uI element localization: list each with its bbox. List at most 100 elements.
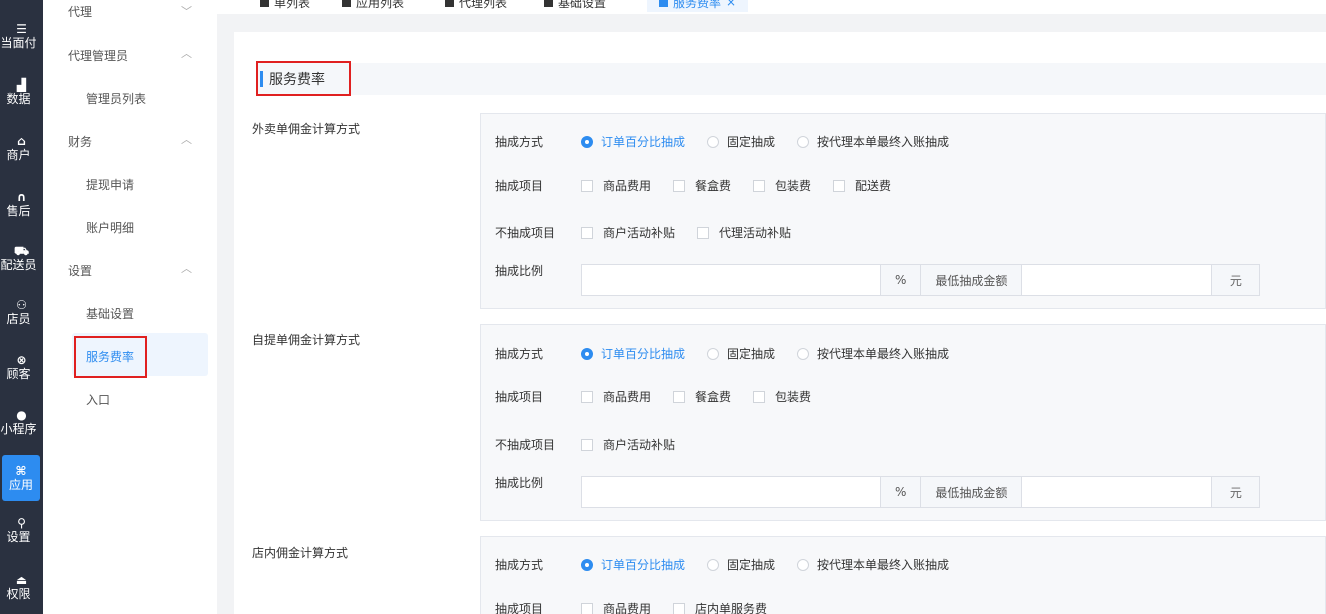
radio-label: 固定抽成 <box>727 347 776 361</box>
tab-bar: 单列表 应用列表 代理列表 基础设置 服务费率 × <box>217 0 1326 14</box>
method-row: 抽成方式 订单百分比抽成 固定抽成 按代理本单最终入账抽成 <box>495 556 971 573</box>
radio-by-final[interactable]: 按代理本单最终入账抽成 <box>797 556 949 573</box>
method-label: 抽成方式 <box>495 347 544 361</box>
tab-order-list[interactable]: 单列表 <box>260 0 310 12</box>
app-root: ☰ 当面付 ▟ 数据 ⌂ 商户 ∩ 售后 ⛟ 配送员 ⚇ 店员 ⊗ 顾客 ● 小 <box>0 0 1326 614</box>
checkbox-label: 包装费 <box>775 390 812 404</box>
radio-label: 按代理本单最终入账抽成 <box>817 347 950 361</box>
tab-agent-list[interactable]: 代理列表 <box>445 0 507 12</box>
radio-label: 按代理本单最终入账抽成 <box>817 135 950 149</box>
rail-item-apps[interactable]: ⌘ 应用 <box>2 455 40 501</box>
radio-percent-order[interactable]: 订单百分比抽成 <box>581 556 685 573</box>
percent-addon: % <box>881 264 922 296</box>
checkbox-label: 店内单服务费 <box>695 602 768 614</box>
main-panel: 服务费率 外卖单佣金计算方式 抽成方式 订单百分比抽成 固定抽成 按代理本单最终… <box>234 32 1326 614</box>
bar-chart-icon: ▟ <box>16 78 27 92</box>
sub-navigation: 代理 ﹀ 代理管理员 ︿ 管理员列表 财务 ︿ 提现申请 账户明细 设置 ︿ 基… <box>43 0 217 614</box>
items-row: 抽成项目 商品费用 餐盒费 包装费 <box>495 388 833 405</box>
rail-item-staff[interactable]: ⚇ 店员 <box>0 286 43 338</box>
nav-item-account-detail[interactable]: 账户明细 <box>86 219 134 236</box>
checkbox-pack-fee[interactable]: 包装费 <box>753 388 811 405</box>
items-label: 抽成项目 <box>495 179 544 193</box>
rail-item-customer[interactable]: ⊗ 顾客 <box>0 341 43 393</box>
method-row: 抽成方式 订单百分比抽成 固定抽成 按代理本单最终入账抽成 <box>495 133 971 150</box>
checkbox-pack-fee[interactable]: 包装费 <box>753 177 811 194</box>
rail-item-permission[interactable]: ⏏ 权限 <box>0 561 43 613</box>
rail-item-face-pay[interactable]: ☰ 当面付 <box>0 10 43 62</box>
checkbox-goods-fee[interactable]: 商品费用 <box>581 177 651 194</box>
rail-label: 应用 <box>8 478 33 492</box>
nav-group-agent-admin[interactable]: 代理管理员 <box>68 47 128 64</box>
radio-label: 按代理本单最终入账抽成 <box>817 558 950 572</box>
checkbox-icon <box>753 179 766 192</box>
checkbox-instore-service-fee[interactable]: 店内单服务费 <box>673 600 767 614</box>
radio-by-final[interactable]: 按代理本单最终入账抽成 <box>797 133 949 150</box>
checkbox-merchant-subsidy[interactable]: 商户活动补贴 <box>581 436 675 453</box>
checkbox-label: 商户活动补贴 <box>603 438 676 452</box>
tab-icon <box>659 0 668 7</box>
checkbox-box-fee[interactable]: 餐盒费 <box>673 177 731 194</box>
headset-icon: ∩ <box>16 190 27 204</box>
checkbox-icon <box>697 226 710 239</box>
close-icon[interactable]: × <box>726 0 736 9</box>
checkbox-agent-subsidy[interactable]: 代理活动补贴 <box>697 224 791 241</box>
radio-fixed[interactable]: 固定抽成 <box>707 345 775 362</box>
checkbox-merchant-subsidy[interactable]: 商户活动补贴 <box>581 224 675 241</box>
rail-item-merchant[interactable]: ⌂ 商户 <box>0 122 43 174</box>
checkbox-goods-fee[interactable]: 商品费用 <box>581 388 651 405</box>
rail-item-mini-program[interactable]: ● 小程序 <box>0 396 43 448</box>
min-amount-input[interactable] <box>1022 264 1213 296</box>
chevron-up-icon[interactable]: ︿ <box>181 131 192 147</box>
checkbox-label: 商户活动补贴 <box>603 226 676 240</box>
tab-app-list[interactable]: 应用列表 <box>342 0 404 12</box>
percent-addon: % <box>881 476 922 508</box>
radio-checked-icon <box>581 347 593 360</box>
checkbox-box-fee[interactable]: 餐盒费 <box>673 388 731 405</box>
radio-by-final[interactable]: 按代理本单最终入账抽成 <box>797 345 949 362</box>
checkbox-label: 餐盒费 <box>695 179 732 193</box>
rail-item-after-sale[interactable]: ∩ 售后 <box>0 178 43 230</box>
nav-group-settings[interactable]: 设置 <box>68 262 92 279</box>
scooter-icon: ⛟ <box>13 244 30 258</box>
nav-item-withdraw[interactable]: 提现申请 <box>86 176 134 193</box>
checkbox-label: 包装费 <box>775 179 812 193</box>
rail-item-courier[interactable]: ⛟ 配送员 <box>0 232 43 284</box>
nav-group-finance[interactable]: 财务 <box>68 133 92 150</box>
chevron-up-icon[interactable]: ︿ <box>181 45 192 61</box>
radio-percent-order[interactable]: 订单百分比抽成 <box>581 133 685 150</box>
nav-item-basic-settings[interactable]: 基础设置 <box>86 305 134 322</box>
min-amount-input[interactable] <box>1022 476 1213 508</box>
tab-basic-settings[interactable]: 基础设置 <box>544 0 606 12</box>
checkbox-delivery-fee[interactable]: 配送费 <box>833 177 891 194</box>
radio-fixed[interactable]: 固定抽成 <box>707 556 775 573</box>
radio-percent-order[interactable]: 订单百分比抽成 <box>581 345 685 362</box>
checkbox-goods-fee[interactable]: 商品费用 <box>581 600 651 614</box>
checkbox-icon <box>833 179 846 192</box>
instore-settings-block: 抽成方式 订单百分比抽成 固定抽成 按代理本单最终入账抽成 抽成项目 商品费用 … <box>480 536 1326 614</box>
tab-service-rate[interactable]: 服务费率 × <box>647 0 749 12</box>
rail-item-data[interactable]: ▟ 数据 <box>0 66 43 118</box>
ratio-row: 抽成比例 % 最低抽成金额 元 <box>495 476 1261 508</box>
nav-item-entry[interactable]: 入口 <box>86 391 110 408</box>
instore-block-label: 店内佣金计算方式 <box>252 546 349 560</box>
chevron-down-icon[interactable]: ﹀ <box>181 3 192 19</box>
method-row: 抽成方式 订单百分比抽成 固定抽成 按代理本单最终入账抽成 <box>495 345 971 362</box>
user-settings-icon: ⚲ <box>17 516 26 530</box>
pickup-settings-block: 抽成方式 订单百分比抽成 固定抽成 按代理本单最终入账抽成 抽成项目 商品费用 … <box>480 324 1326 521</box>
radio-icon <box>707 558 720 571</box>
excluded-row: 不抽成项目 商户活动补贴 代理活动补贴 <box>495 224 813 241</box>
rail-item-settings[interactable]: ⚲ 设置 <box>0 504 43 556</box>
radio-label: 固定抽成 <box>727 558 776 572</box>
radio-fixed[interactable]: 固定抽成 <box>707 133 775 150</box>
ratio-input[interactable] <box>581 264 881 296</box>
chevron-up-icon[interactable]: ︿ <box>181 260 192 276</box>
nav-group-agent[interactable]: 代理 <box>68 3 92 20</box>
checkbox-icon <box>581 390 593 403</box>
radio-label: 订单百分比抽成 <box>601 135 686 149</box>
apps-icon <box>342 0 351 7</box>
nav-item-admin-list[interactable]: 管理员列表 <box>86 90 146 107</box>
takeout-block-label: 外卖单佣金计算方式 <box>252 122 361 136</box>
ratio-input[interactable] <box>581 476 881 508</box>
radio-icon <box>797 135 810 148</box>
apps-icon: ⌘ <box>15 464 27 478</box>
